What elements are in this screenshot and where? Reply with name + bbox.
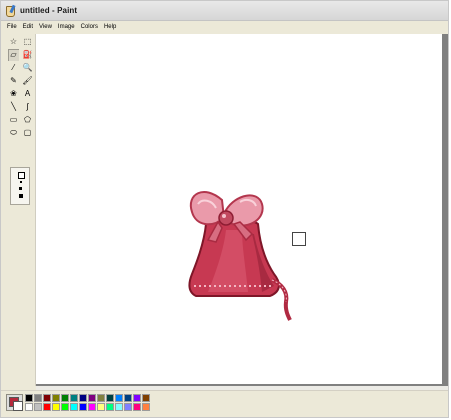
color-palette-bar: [1, 390, 448, 417]
pencil-icon[interactable]: ✎: [8, 75, 19, 87]
menu-view[interactable]: View: [39, 24, 52, 30]
palette-swatch[interactable]: [70, 403, 78, 411]
palette-swatch[interactable]: [70, 394, 78, 402]
eraser-size-option[interactable]: [20, 181, 22, 183]
tool-grid: ☆ ⬚ ▱ ⛽ ⁄ 🔍 ✎ 🖌 ❀ A ╲ ∫ ▭ ⬠ ⬭ ▢: [8, 36, 33, 139]
palette-swatch[interactable]: [34, 403, 42, 411]
current-colors-indicator[interactable]: [6, 394, 23, 411]
fill-icon[interactable]: ⛽: [22, 49, 33, 61]
palette-swatch[interactable]: [34, 394, 42, 402]
palette-swatch[interactable]: [133, 403, 141, 411]
tool-options-box[interactable]: [10, 167, 30, 205]
free-form-select-icon[interactable]: ☆: [8, 36, 19, 48]
canvas-workspace: [36, 34, 448, 386]
bell-with-bow-drawing: [188, 191, 292, 321]
palette-swatch[interactable]: [97, 394, 105, 402]
rect-select-icon[interactable]: ⬚: [22, 36, 33, 48]
palette-swatch[interactable]: [133, 394, 141, 402]
title-bar[interactable]: untitled - Paint: [1, 1, 448, 21]
eraser-size-option[interactable]: [19, 194, 23, 198]
color-swatches: [25, 394, 150, 411]
palette-swatch[interactable]: [25, 394, 33, 402]
menu-edit[interactable]: Edit: [23, 24, 33, 30]
palette-swatch[interactable]: [61, 403, 69, 411]
toolbox: ☆ ⬚ ▱ ⛽ ⁄ 🔍 ✎ 🖌 ❀ A ╲ ∫ ▭ ⬠ ⬭ ▢: [5, 34, 36, 386]
color-picker-icon[interactable]: ⁄: [8, 62, 19, 74]
ellipse-icon[interactable]: ⬭: [8, 127, 19, 139]
palette-swatch[interactable]: [43, 394, 51, 402]
line-icon[interactable]: ╲: [8, 101, 19, 113]
palette-swatch[interactable]: [43, 403, 51, 411]
palette-swatch[interactable]: [106, 394, 114, 402]
palette-swatch[interactable]: [88, 394, 96, 402]
paint-app-icon[interactable]: [5, 4, 16, 17]
menu-file[interactable]: File: [7, 24, 17, 30]
eraser-size-option[interactable]: [19, 187, 22, 190]
magnifier-icon[interactable]: 🔍: [22, 62, 33, 74]
eraser-icon[interactable]: ▱: [8, 49, 19, 61]
menu-bar: File Edit View Image Colors Help: [1, 21, 448, 33]
palette-swatch[interactable]: [124, 403, 132, 411]
palette-swatch[interactable]: [52, 394, 60, 402]
airbrush-icon[interactable]: ❀: [8, 88, 19, 100]
palette-swatch[interactable]: [79, 394, 87, 402]
rounded-rectangle-icon[interactable]: ▢: [22, 127, 33, 139]
rectangle-icon[interactable]: ▭: [8, 114, 19, 126]
text-icon[interactable]: A: [22, 88, 33, 100]
palette-swatch[interactable]: [52, 403, 60, 411]
palette-swatch[interactable]: [97, 403, 105, 411]
palette-swatch[interactable]: [142, 394, 150, 402]
palette-swatch[interactable]: [25, 403, 33, 411]
selection-box[interactable]: [292, 232, 306, 246]
palette-swatch[interactable]: [142, 403, 150, 411]
palette-swatch[interactable]: [115, 403, 123, 411]
palette-swatch[interactable]: [61, 394, 69, 402]
palette-swatch[interactable]: [106, 403, 114, 411]
menu-colors[interactable]: Colors: [81, 24, 98, 30]
palette-swatch[interactable]: [115, 394, 123, 402]
palette-swatch[interactable]: [124, 394, 132, 402]
background-color: [13, 401, 23, 411]
eraser-size-option[interactable]: [18, 172, 25, 179]
window-title: untitled - Paint: [20, 6, 78, 15]
polygon-icon[interactable]: ⬠: [22, 114, 33, 126]
menu-help[interactable]: Help: [104, 24, 116, 30]
drawing-canvas[interactable]: [36, 34, 442, 384]
paint-window: untitled - Paint File Edit View Image Co…: [0, 0, 449, 418]
palette-swatch[interactable]: [79, 403, 87, 411]
curve-icon[interactable]: ∫: [22, 101, 33, 113]
menu-image[interactable]: Image: [58, 24, 75, 30]
palette-swatch[interactable]: [88, 403, 96, 411]
brush-icon[interactable]: 🖌: [22, 75, 33, 87]
